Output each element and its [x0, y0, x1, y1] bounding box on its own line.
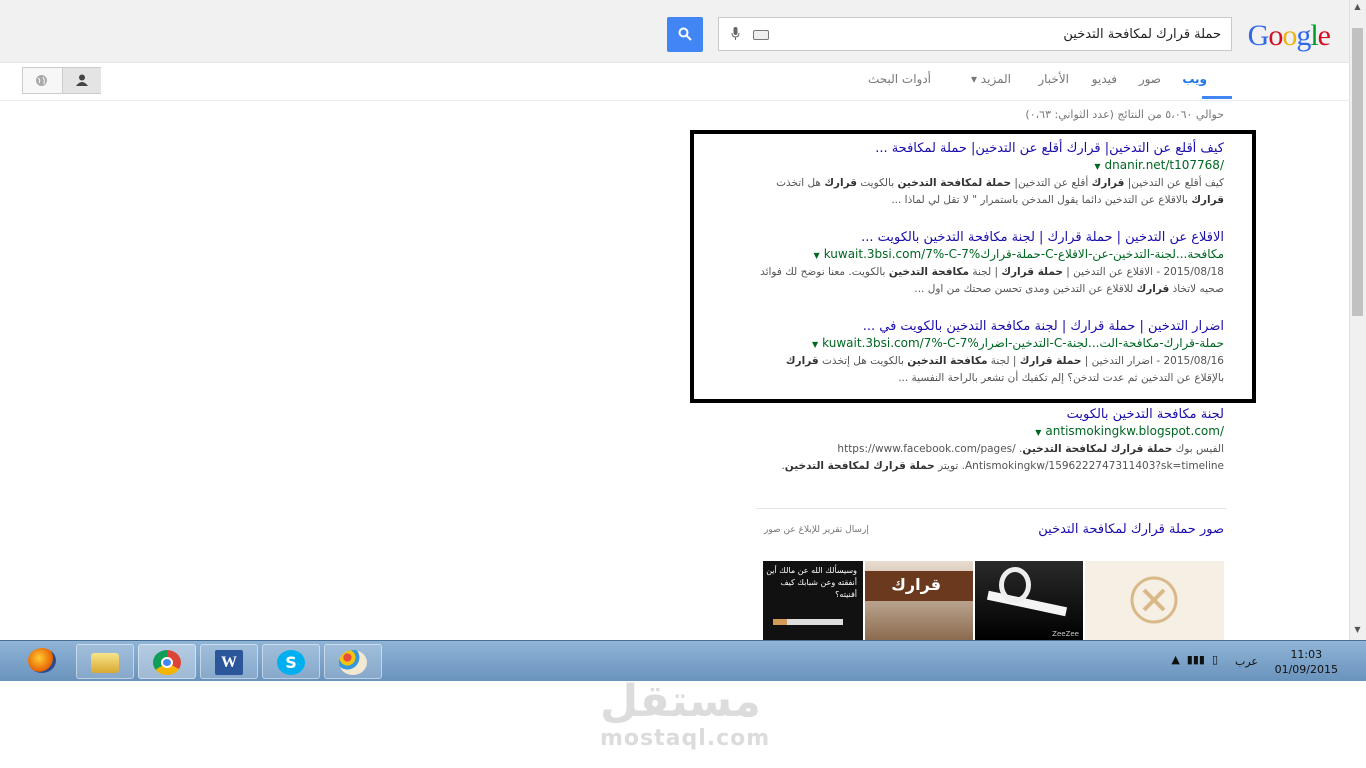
tab-news[interactable]: الأخبار: [1038, 72, 1069, 86]
images-heading[interactable]: صور حملة قرارك لمكافحة التدخين: [1038, 522, 1224, 537]
image-thumbnail[interactable]: وسيسألك الله عن مالك أين أنفقته وعن شباب…: [763, 561, 863, 640]
taskbar: W S ▲ ▮▮▮ ▯ عرب 11:03 01/09/2015: [0, 640, 1366, 681]
firefox-taskbar-item[interactable]: [14, 643, 72, 678]
result-title[interactable]: كيف أقلع عن التدخين| قرارك أقلع عن التدخ…: [754, 140, 1224, 157]
word-taskbar-item[interactable]: W: [200, 644, 258, 679]
result-url[interactable]: ▼ kuwait.3bsi.com/7%-C-7%التدخين-اضرار-C-…: [754, 335, 1224, 353]
system-tray[interactable]: ▲ ▮▮▮ ▯: [1171, 653, 1218, 666]
explorer-taskbar-item[interactable]: [76, 644, 134, 679]
search-query[interactable]: حملة قرارك لمكافحة التدخين: [1063, 27, 1221, 42]
image-thumbnail[interactable]: ZeeZee: [975, 561, 1083, 640]
paint-icon: [339, 650, 367, 675]
cigarette-filter-shape: [773, 619, 787, 625]
globe-button[interactable]: [23, 68, 61, 93]
search-result: لجنة مكافحة التدخين بالكويت ▼ antismoking…: [754, 406, 1224, 475]
tab-web[interactable]: ويب: [1182, 72, 1207, 86]
watermark-latin: mostaql.com: [600, 726, 771, 751]
google-logo[interactable]: Google: [1248, 20, 1331, 52]
tab-videos[interactable]: فيديو: [1092, 72, 1117, 86]
search-result: كيف أقلع عن التدخين| قرارك أقلع عن التدخ…: [754, 140, 1224, 209]
globe-icon: [36, 75, 47, 86]
result-url[interactable]: ▼ dnanir.net/t107768/: [754, 157, 1224, 175]
skype-taskbar-item[interactable]: S: [262, 644, 320, 679]
paint-taskbar-item[interactable]: [324, 644, 382, 679]
thumbnail-caption: وسيسألك الله عن مالك أين أنفقته وعن شباب…: [766, 566, 857, 599]
battery-icon[interactable]: ▯: [1212, 653, 1218, 666]
signal-icon[interactable]: ▮▮▮: [1187, 653, 1205, 666]
dropdown-arrow-icon[interactable]: ▼: [814, 247, 820, 264]
result-snippet: 2015/08/16 - اضرار التدخين | حملة قرارك …: [785, 355, 1224, 384]
person-icon: [76, 74, 88, 86]
watermark-arabic: مستقل: [600, 676, 761, 727]
thumbnail-caption: ZeeZee: [1052, 630, 1079, 638]
microphone-icon[interactable]: [731, 27, 740, 40]
chrome-icon: [153, 650, 181, 675]
word-icon: W: [215, 650, 243, 675]
search-input[interactable]: حملة قرارك لمكافحة التدخين: [718, 17, 1232, 51]
dropdown-arrow-icon[interactable]: ▼: [1035, 424, 1041, 441]
result-snippet: كيف أقلع عن التدخين| قرارك أقلع عن التدخ…: [776, 177, 1224, 206]
tab-more[interactable]: المزيد ▾: [971, 72, 1011, 86]
result-title[interactable]: الاقلاع عن التدخين | حملة قرارك | لجنة م…: [754, 229, 1224, 246]
language-indicator[interactable]: عرب: [1235, 655, 1258, 668]
scrollbar-thumb[interactable]: [1352, 28, 1363, 316]
result-title[interactable]: اضرار التدخين | حملة قرارك | لجنة مكافحة…: [754, 318, 1224, 335]
thumbnail-caption: قرارك: [891, 575, 941, 594]
knot-shape: [999, 567, 1031, 603]
tabs-row: ويب صور فيديو الأخبار المزيد ▾ أدوات الب…: [0, 62, 1349, 101]
search-button[interactable]: [667, 17, 703, 52]
chrome-taskbar-item[interactable]: [138, 644, 196, 679]
search-icon: [678, 27, 692, 41]
tab-images[interactable]: صور: [1139, 72, 1161, 86]
explorer-icon: [91, 653, 119, 673]
active-tab-indicator: [1202, 96, 1232, 99]
tools-icon: [1130, 576, 1178, 624]
result-title[interactable]: لجنة مكافحة التدخين بالكويت: [754, 406, 1224, 423]
result-snippet: 2015/08/18 - الاقلاع عن التدخين | حملة ق…: [760, 266, 1224, 295]
image-thumbnail[interactable]: [1085, 561, 1224, 640]
search-result: اضرار التدخين | حملة قرارك | لجنة مكافحة…: [754, 318, 1224, 387]
clock-date: 01/09/2015: [1274, 663, 1338, 676]
search-result: الاقلاع عن التدخين | حملة قرارك | لجنة م…: [754, 229, 1224, 298]
dropdown-arrow-icon[interactable]: ▼: [812, 336, 818, 353]
tab-search-tools[interactable]: أدوات البحث: [868, 72, 931, 86]
divider: [756, 508, 1226, 509]
skype-icon: S: [277, 650, 305, 675]
result-url[interactable]: ▼ kuwait.3bsi.com/7%-C-7%حملة-قرارك-C-مكا…: [754, 246, 1224, 264]
result-snippet: الفيس بوك حملة قرارك لمكافحة التدخين. /h…: [781, 443, 1224, 472]
result-url[interactable]: ▼ antismokingkw.blogspot.com/: [754, 423, 1224, 441]
clock[interactable]: 11:03 01/09/2015: [1275, 647, 1338, 677]
image-thumbnail[interactable]: قرارك: [865, 561, 973, 640]
results-stats: حوالي ٥،٠٦٠ من النتائج (عدد الثواني: ٠،٦…: [1025, 108, 1224, 121]
dropdown-arrow-icon[interactable]: ▼: [1094, 158, 1100, 175]
firefox-icon: [28, 648, 56, 673]
person-button[interactable]: [62, 68, 101, 93]
scroll-down-icon[interactable]: ▼: [1349, 625, 1366, 639]
scroll-up-icon[interactable]: ▲: [1349, 2, 1366, 16]
safesearch-toggle[interactable]: [22, 67, 101, 94]
report-images-link[interactable]: إرسال تقرير للإبلاغ عن صور: [764, 525, 869, 535]
keyboard-icon[interactable]: [753, 30, 769, 40]
clock-time: 11:03: [1290, 648, 1323, 661]
